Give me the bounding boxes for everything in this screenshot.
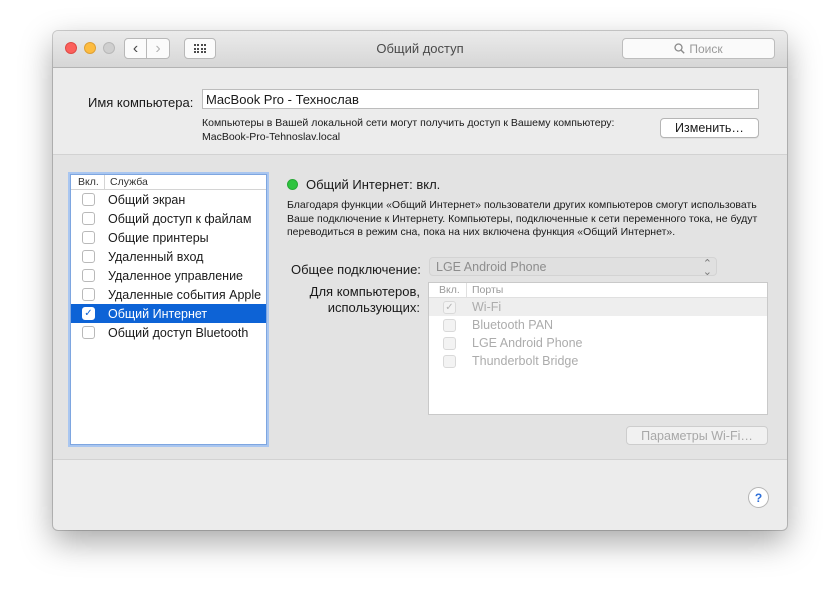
service-checkbox[interactable] — [82, 269, 95, 282]
service-row[interactable]: Удаленный вход — [71, 247, 266, 266]
service-row[interactable]: Удаленное управление — [71, 266, 266, 285]
wifi-options-button[interactable]: Параметры Wi-Fi… — [626, 426, 768, 445]
service-checkbox[interactable] — [82, 250, 95, 263]
sharing-panel: Вкл. Служба Общий экран Общий доступ к фа… — [53, 154, 787, 460]
ports-list[interactable]: Вкл. Порты ✓ Wi-Fi Bluetooth PAN LGE Androi… — [428, 282, 768, 415]
service-row[interactable]: Общий доступ Bluetooth — [71, 323, 266, 342]
port-checkbox[interactable]: ✓ — [443, 300, 456, 314]
service-label: Удаленные события Apple — [108, 287, 262, 302]
computer-name-description: Компьютеры в Вашей локальной сети могут … — [202, 116, 662, 144]
service-checkbox[interactable] — [82, 193, 95, 206]
port-row[interactable]: Thunderbolt Bridge — [429, 352, 767, 370]
port-checkbox[interactable] — [443, 354, 456, 368]
port-label: Bluetooth PAN — [472, 318, 554, 332]
port-label: Thunderbolt Bridge — [472, 354, 579, 368]
titlebar: ‹ › Общий доступ Поиск — [53, 31, 787, 68]
service-row[interactable]: Общие принтеры — [71, 228, 266, 247]
internet-sharing-description: Благодаря функции «Общий Интернет» польз… — [287, 199, 758, 238]
share-from-select[interactable]: LGE Android Phone ⌃ ⌄ — [429, 257, 717, 278]
services-header-on: Вкл. — [71, 175, 105, 189]
service-row[interactable]: Общий доступ к файлам — [71, 209, 266, 228]
internet-sharing-status: Общий Интернет: вкл. — [306, 177, 441, 192]
service-checkbox[interactable] — [82, 288, 95, 301]
computer-name-label: Имя компьютера: — [88, 95, 194, 110]
ports-label: Для компьютеров, использующих: — [283, 284, 420, 316]
search-field[interactable]: Поиск — [622, 38, 775, 59]
port-row[interactable]: ✓ Wi-Fi — [429, 298, 767, 316]
computer-name-input[interactable]: MacBook Pro - Техноcлав — [202, 89, 759, 109]
service-checkbox[interactable] — [82, 326, 95, 339]
service-label: Общий доступ к файлам — [108, 211, 252, 226]
port-label: LGE Android Phone — [472, 336, 583, 350]
port-row[interactable]: Bluetooth PAN — [429, 316, 767, 334]
service-label: Общий Интернет — [108, 306, 208, 321]
service-checkbox[interactable] — [82, 231, 95, 244]
computer-local-hostname: MacBook-Pro-Tehnoslav.local — [202, 131, 341, 143]
port-checkbox[interactable] — [443, 318, 456, 332]
services-header: Вкл. Служба — [71, 175, 266, 190]
service-label: Общие принтеры — [108, 230, 209, 245]
status-indicator-icon — [287, 179, 298, 190]
port-label: Wi-Fi — [472, 300, 502, 314]
service-label: Общий экран — [108, 192, 186, 207]
service-row[interactable]: Общий экран — [71, 190, 266, 209]
ports-header-name: Порты — [472, 284, 504, 296]
service-label: Удаленный вход — [108, 249, 204, 264]
help-button[interactable]: ? — [748, 487, 769, 508]
share-from-label: Общее подключение: — [291, 262, 421, 277]
services-list[interactable]: Вкл. Служба Общий экран Общий доступ к фа… — [70, 174, 267, 445]
search-icon — [674, 43, 686, 54]
content-area: Имя компьютера: MacBook Pro - Техноcлав … — [53, 68, 787, 530]
change-name-button[interactable]: Изменить… — [660, 118, 759, 138]
service-row[interactable]: ✓ Общий Интернет — [71, 304, 266, 323]
ports-header: Вкл. Порты — [429, 283, 767, 298]
computer-name-description-line1: Компьютеры в Вашей локальной сети могут … — [202, 117, 615, 129]
search-placeholder: Поиск — [689, 41, 723, 56]
preferences-window: ‹ › Общий доступ Поиск Имя компьютера: M… — [53, 31, 787, 530]
port-row[interactable]: LGE Android Phone — [429, 334, 767, 352]
share-from-value: LGE Android Phone — [436, 260, 547, 274]
service-label: Удаленное управление — [108, 268, 243, 283]
service-checkbox[interactable]: ✓ — [82, 307, 95, 320]
ports-label-line1: Для компьютеров, — [309, 284, 420, 299]
port-checkbox[interactable] — [443, 336, 456, 350]
service-label: Общий доступ Bluetooth — [108, 325, 249, 340]
updown-chevron-icon: ⌃ ⌄ — [702, 258, 712, 278]
ports-header-on: Вкл. — [429, 283, 467, 297]
service-row[interactable]: Удаленные события Apple — [71, 285, 266, 304]
services-header-name: Служба — [110, 176, 148, 188]
service-checkbox[interactable] — [82, 212, 95, 225]
ports-label-line2: использующих: — [327, 300, 420, 315]
